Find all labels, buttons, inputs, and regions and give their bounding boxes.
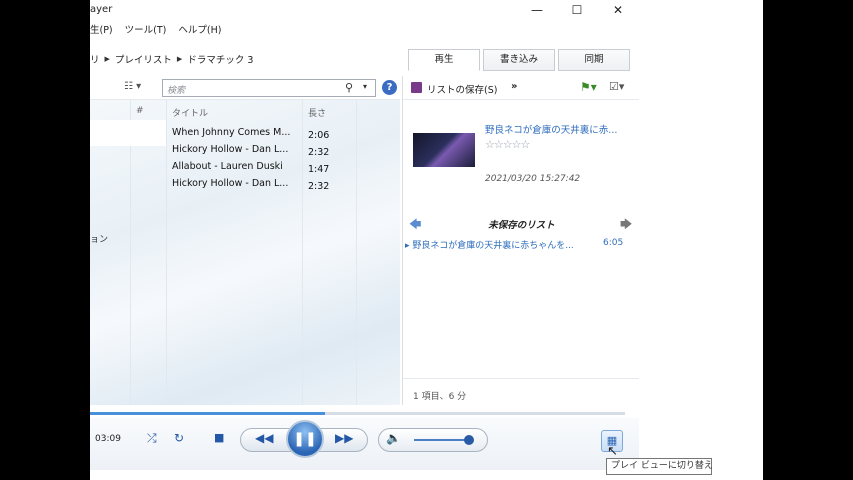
playlist-options-icon[interactable]: ⚑▾	[580, 80, 597, 94]
tab-sync[interactable]: 同期	[558, 49, 630, 71]
elapsed-time: 03:09	[95, 434, 121, 444]
tooltip: プレイ ビューに切り替え	[606, 458, 713, 475]
previous-icon[interactable]: ◀◀	[255, 431, 273, 445]
rating-stars[interactable]: ☆☆☆☆☆	[485, 138, 530, 151]
now-playing-thumbnail	[413, 133, 475, 167]
column-divider	[166, 100, 167, 405]
table-row[interactable]: Hickory Hollow - Dan L... 2:32	[172, 178, 329, 192]
help-icon[interactable]: ?	[382, 80, 397, 95]
play-pane-toolbar: リストの保存(S) » ⚑▾ ☑▾	[403, 76, 639, 100]
repeat-icon[interactable]: ↻	[174, 431, 184, 445]
breadcrumb-playlists[interactable]: プレイリスト	[115, 52, 172, 66]
breadcrumb-current[interactable]: ドラマチック 3	[187, 52, 253, 66]
breadcrumb-library[interactable]: リ	[90, 52, 100, 66]
next-list-icon[interactable]: 🡆	[620, 215, 632, 236]
sidebar-item-partial[interactable]: ョン	[90, 232, 108, 245]
close-button[interactable]: ✕	[597, 0, 639, 20]
menu-play[interactable]: 生(P)	[90, 22, 113, 40]
seek-bar[interactable]	[90, 412, 625, 415]
mouse-cursor-icon: ↖	[607, 444, 618, 459]
table-row[interactable]: Allabout - Lauren Duski 1:47	[172, 161, 329, 175]
menu-bar: 生(P) ツール(T) ヘルプ(H)	[90, 22, 221, 40]
pause-icon: ❚❚	[293, 431, 317, 447]
search-icon[interactable]: ⚲	[345, 81, 353, 94]
window-title: ayer	[90, 4, 113, 15]
album-art-placeholder	[90, 120, 166, 146]
menu-help[interactable]: ヘルプ(H)	[178, 22, 221, 40]
track-title: Hickory Hollow - Dan L...	[172, 144, 289, 155]
column-header-title[interactable]: タイトル	[172, 106, 208, 119]
track-length: 1:47	[308, 164, 330, 175]
media-player-window: ayer — ☐ ✕ 生(P) ツール(T) ヘルプ(H) リ ▶ プレイリスト…	[90, 0, 639, 470]
save-icon[interactable]	[411, 82, 422, 93]
pause-button[interactable]: ❚❚	[286, 420, 324, 458]
search-input[interactable]: 検索	[167, 83, 185, 96]
breadcrumb: リ ▶ プレイリスト ▶ ドラマチック 3	[90, 52, 253, 66]
speaker-icon[interactable]: 🔈	[386, 431, 401, 445]
seek-progress	[90, 412, 326, 415]
save-list-button[interactable]: リストの保存(S)	[427, 82, 497, 96]
tab-play[interactable]: 再生	[408, 49, 480, 71]
minimize-button[interactable]: —	[516, 0, 558, 20]
breadcrumb-separator-icon: ▶	[104, 55, 110, 63]
library-list: # タイトル 長さ ョン When Johnny Comes M... 2:06 …	[90, 100, 400, 405]
track-title: When Johnny Comes M...	[172, 127, 291, 138]
view-options-icon[interactable]: ☷ ▾	[124, 81, 141, 92]
maximize-button[interactable]: ☐	[556, 0, 598, 20]
now-playing-title[interactable]: 野良ネコが倉庫の天井裏に赤...	[485, 122, 617, 136]
background-pane	[639, 0, 763, 480]
next-icon[interactable]: ▶▶	[335, 431, 353, 445]
play-pane: リストの保存(S) » ⚑▾ ☑▾ 野良ネコが倉庫の天井裏に赤... ☆☆☆☆☆…	[402, 76, 639, 405]
more-options-button[interactable]: »	[511, 81, 517, 92]
table-row[interactable]: When Johnny Comes M... 2:06	[172, 127, 329, 141]
player-controls: 03:09 ⤮ ↻ ■ ◀◀ ▶▶ ❚❚ 🔈 ▦	[90, 418, 639, 470]
playlist-item-duration: 6:05	[603, 238, 624, 248]
track-length: 2:32	[308, 181, 330, 192]
track-title: Hickory Hollow - Dan L...	[172, 178, 289, 189]
track-title: Allabout - Lauren Duski	[172, 161, 283, 172]
column-header-number[interactable]: #	[136, 106, 144, 116]
search-dropdown-icon[interactable]: ▾	[363, 82, 367, 91]
window-bottom	[90, 470, 639, 480]
tab-bar: 再生 書き込み 同期	[408, 49, 630, 71]
shuffle-icon[interactable]: ⤮	[147, 431, 157, 446]
library-toolbar: ☷ ▾ 検索 ⚲ ▾ ?	[90, 76, 400, 100]
column-header-length[interactable]: 長さ	[308, 106, 326, 119]
playlist-name: 未保存のリスト	[488, 220, 555, 231]
title-bar: ayer — ☐ ✕	[90, 0, 639, 20]
search-box[interactable]: 検索 ⚲ ▾	[162, 79, 376, 97]
track-length: 2:32	[308, 147, 330, 158]
track-length: 2:06	[308, 130, 330, 141]
column-divider	[356, 100, 357, 405]
playlist-item-title: 野良ネコが倉庫の天井裏に赤ちゃんを...	[412, 241, 574, 251]
menu-tools[interactable]: ツール(T)	[125, 22, 167, 40]
playlist-item[interactable]: ▸ 野良ネコが倉庫の天井裏に赤ちゃんを...	[405, 238, 574, 251]
stop-icon[interactable]: ■	[214, 431, 224, 444]
list-options-icon[interactable]: ☑▾	[609, 80, 624, 93]
table-row[interactable]: Hickory Hollow - Dan L... 2:32	[172, 144, 329, 158]
playlist-summary: 1 項目、6 分	[413, 392, 467, 402]
divider	[403, 378, 639, 379]
now-playing-date: 2021/03/20 15:27:42	[485, 174, 581, 184]
breadcrumb-separator-icon: ▶	[176, 55, 183, 63]
tab-burn[interactable]: 書き込み	[483, 49, 555, 71]
